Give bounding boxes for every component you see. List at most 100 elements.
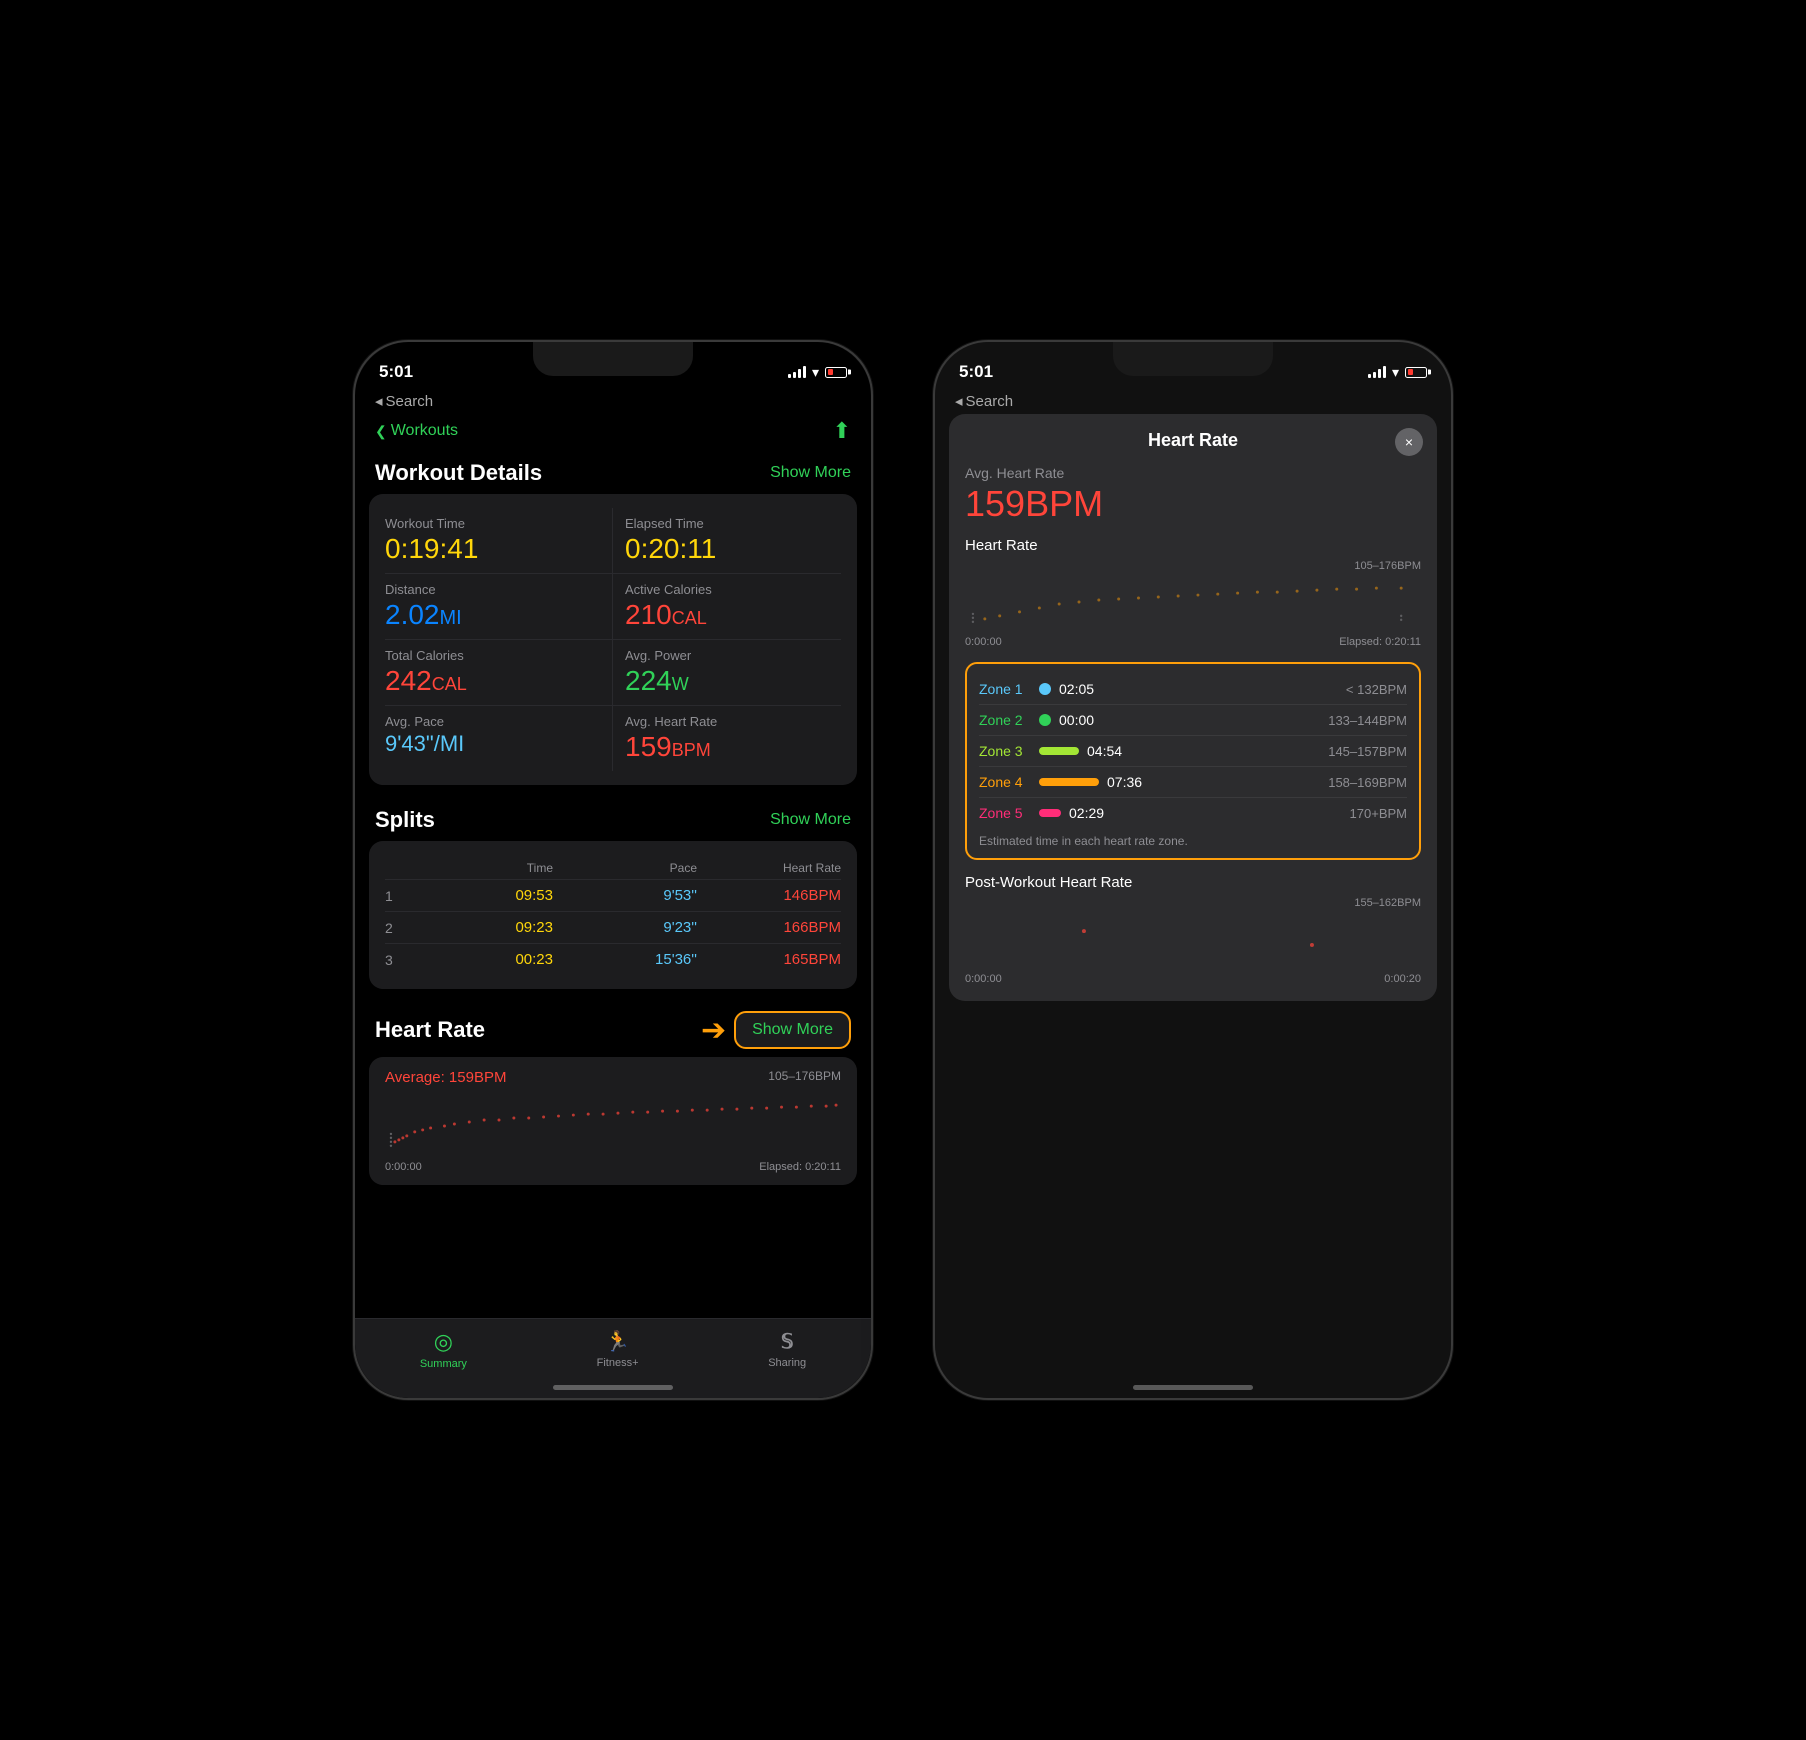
post-end: 0:00:20 bbox=[1384, 973, 1421, 985]
workouts-back-btn[interactable]: ❮ Workouts bbox=[375, 422, 458, 440]
post-start: 0:00:00 bbox=[965, 973, 1002, 985]
search-back-label-2[interactable]: ◂ Search bbox=[955, 392, 1431, 410]
battery-icon bbox=[825, 367, 847, 378]
home-indicator-2 bbox=[1133, 1385, 1253, 1390]
post-range: 155–162BPM bbox=[1354, 897, 1421, 909]
status-icons-1: ▾ bbox=[788, 364, 847, 381]
search-back-1: ◂ Search bbox=[355, 392, 871, 414]
tab-summary[interactable]: ◎ Summary bbox=[420, 1329, 467, 1370]
fitness-tab-label: Fitness+ bbox=[597, 1357, 639, 1369]
zone-1-indicator bbox=[1039, 683, 1051, 695]
workout-details-title: Workout Details bbox=[375, 460, 542, 486]
splits-card: Time Pace Heart Rate 1 09:53 9'53'' 146B… bbox=[369, 841, 857, 989]
home-indicator-1 bbox=[553, 1385, 673, 1390]
splits-row-1: 1 09:53 9'53'' 146BPM bbox=[385, 880, 841, 912]
metric-avg-hr: Avg. Heart Rate 159BPM bbox=[613, 706, 841, 771]
metrics-card: Workout Time 0:19:41 Elapsed Time 0:20:1… bbox=[369, 494, 857, 785]
heart-rate-section-header: Heart Rate ➔ Show More bbox=[355, 1001, 871, 1057]
zone-2-indicator bbox=[1039, 714, 1051, 726]
phones-container: 5:01 ▾ ◂ Sea bbox=[353, 340, 1453, 1400]
zones-container: Zone 1 02:05 < 132BPM Zone 2 00:00 133–1… bbox=[965, 662, 1421, 860]
zone-3-indicator bbox=[1039, 747, 1079, 755]
chart-time-labels: 0:00:00 Elapsed: 0:20:11 bbox=[385, 1161, 841, 1173]
avg-hr-value: 159BPM bbox=[965, 483, 1421, 525]
splits-table: Time Pace Heart Rate 1 09:53 9'53'' 146B… bbox=[385, 855, 841, 975]
zone-row-5: Zone 5 02:29 170+BPM bbox=[979, 798, 1407, 828]
wifi-icon-2: ▾ bbox=[1392, 364, 1399, 381]
workout-details-header: Workout Details Show More bbox=[355, 450, 871, 494]
wifi-icon: ▾ bbox=[812, 364, 819, 381]
hr-range-label: 105–176BPM bbox=[768, 1069, 841, 1083]
zone-row-2: Zone 2 00:00 133–144BPM bbox=[979, 705, 1407, 736]
time-2: 5:01 bbox=[959, 362, 993, 382]
modal-hr-chart-section: Heart Rate 105–176BPM bbox=[965, 537, 1421, 648]
sharing-tab-icon: 𝕊 bbox=[781, 1329, 794, 1354]
summary-tab-label: Summary bbox=[420, 1358, 467, 1370]
modal-hr-chart-svg bbox=[965, 574, 1421, 629]
status-bar-1: 5:01 ▾ bbox=[355, 342, 871, 392]
signal-icon bbox=[788, 366, 806, 378]
zone-row-4: Zone 4 07:36 158–169BPM bbox=[979, 767, 1407, 798]
avg-hr-label: Avg. Heart Rate bbox=[965, 465, 1421, 481]
time-1: 5:01 bbox=[379, 362, 413, 382]
heart-rate-title: Heart Rate bbox=[375, 1017, 485, 1043]
modal-close-button[interactable]: × bbox=[1395, 428, 1423, 456]
zone-row-3: Zone 3 04:54 145–157BPM bbox=[979, 736, 1407, 767]
modal-hr-section-label: Heart Rate bbox=[965, 537, 1421, 554]
sharing-tab-label: Sharing bbox=[768, 1357, 806, 1369]
phone-2: 5:01 ▾ ◂ Sea bbox=[933, 340, 1453, 1400]
orange-arrow-icon: ➔ bbox=[701, 1013, 726, 1048]
phone-1: 5:01 ▾ ◂ Sea bbox=[353, 340, 873, 1400]
heart-rate-show-more-btn[interactable]: Show More bbox=[734, 1011, 851, 1049]
heart-rate-chart-svg bbox=[385, 1092, 841, 1152]
metric-distance: Distance 2.02MI bbox=[385, 574, 613, 640]
arrow-annotation: ➔ Show More bbox=[701, 1011, 851, 1049]
modal-title: Heart Rate bbox=[965, 430, 1421, 451]
share-button[interactable]: ⬆ bbox=[833, 418, 851, 444]
metrics-grid: Workout Time 0:19:41 Elapsed Time 0:20:1… bbox=[385, 508, 841, 771]
metric-elapsed-time: Elapsed Time 0:20:11 bbox=[613, 508, 841, 574]
splits-header-row: Time Pace Heart Rate bbox=[385, 855, 841, 880]
zone-row-1: Zone 1 02:05 < 132BPM bbox=[979, 674, 1407, 705]
back-arrow-icon: ❮ bbox=[375, 423, 387, 440]
modal-chart-elapsed: Elapsed: 0:20:11 bbox=[1339, 636, 1421, 648]
tab-fitness-plus[interactable]: 🏃 Fitness+ bbox=[597, 1329, 639, 1370]
summary-tab-icon: ◎ bbox=[434, 1329, 453, 1355]
status-icons-2: ▾ bbox=[1368, 364, 1427, 381]
metric-avg-power: Avg. Power 224W bbox=[613, 640, 841, 706]
tab-sharing[interactable]: 𝕊 Sharing bbox=[768, 1329, 806, 1370]
workouts-label: Workouts bbox=[391, 422, 458, 440]
splits-row-2: 2 09:23 9'23'' 166BPM bbox=[385, 912, 841, 944]
metric-total-calories: Total Calories 242CAL bbox=[385, 640, 613, 706]
splits-row-3: 3 00:23 15'36'' 165BPM bbox=[385, 944, 841, 975]
splits-header: Splits Show More bbox=[355, 797, 871, 841]
hr-avg-label: Average: 159BPM bbox=[385, 1069, 506, 1086]
modal-chart-start: 0:00:00 bbox=[965, 636, 1002, 648]
status-bar-2: 5:01 ▾ bbox=[935, 342, 1451, 392]
post-workout-section: Post-Workout Heart Rate 155–162BPM 0:00:… bbox=[965, 874, 1421, 985]
phone-1-screen: 5:01 ▾ ◂ Sea bbox=[355, 342, 871, 1398]
post-workout-chart-svg bbox=[965, 911, 1421, 966]
nav-bar-1: ❮ Workouts ⬆ bbox=[355, 414, 871, 450]
zone-4-indicator bbox=[1039, 778, 1099, 786]
chart-elapsed: Elapsed: 0:20:11 bbox=[759, 1161, 841, 1173]
metric-avg-pace: Avg. Pace 9'43"/MI bbox=[385, 706, 613, 771]
zone-note: Estimated time in each heart rate zone. bbox=[979, 834, 1407, 848]
post-workout-title: Post-Workout Heart Rate bbox=[965, 874, 1421, 891]
workout-details-show-more[interactable]: Show More bbox=[770, 464, 851, 482]
chart-start-time: 0:00:00 bbox=[385, 1161, 422, 1173]
battery-icon-2 bbox=[1405, 367, 1427, 378]
modal-chart-range: 105–176BPM bbox=[1354, 560, 1421, 572]
search-back-label-1[interactable]: ◂ Search bbox=[375, 392, 851, 410]
metric-active-calories: Active Calories 210CAL bbox=[613, 574, 841, 640]
splits-show-more[interactable]: Show More bbox=[770, 811, 851, 829]
search-back-2: ◂ Search bbox=[935, 392, 1451, 414]
heart-rate-chart-card: Average: 159BPM 105–176BPM bbox=[369, 1057, 857, 1185]
heart-rate-modal: Heart Rate × Avg. Heart Rate 159BPM Hear… bbox=[949, 414, 1437, 1001]
splits-title: Splits bbox=[375, 807, 435, 833]
fitness-tab-icon: 🏃 bbox=[605, 1329, 630, 1354]
phone-2-screen: 5:01 ▾ ◂ Sea bbox=[935, 342, 1451, 1398]
metric-workout-time: Workout Time 0:19:41 bbox=[385, 508, 613, 574]
signal-icon-2 bbox=[1368, 366, 1386, 378]
zone-5-indicator bbox=[1039, 809, 1061, 817]
